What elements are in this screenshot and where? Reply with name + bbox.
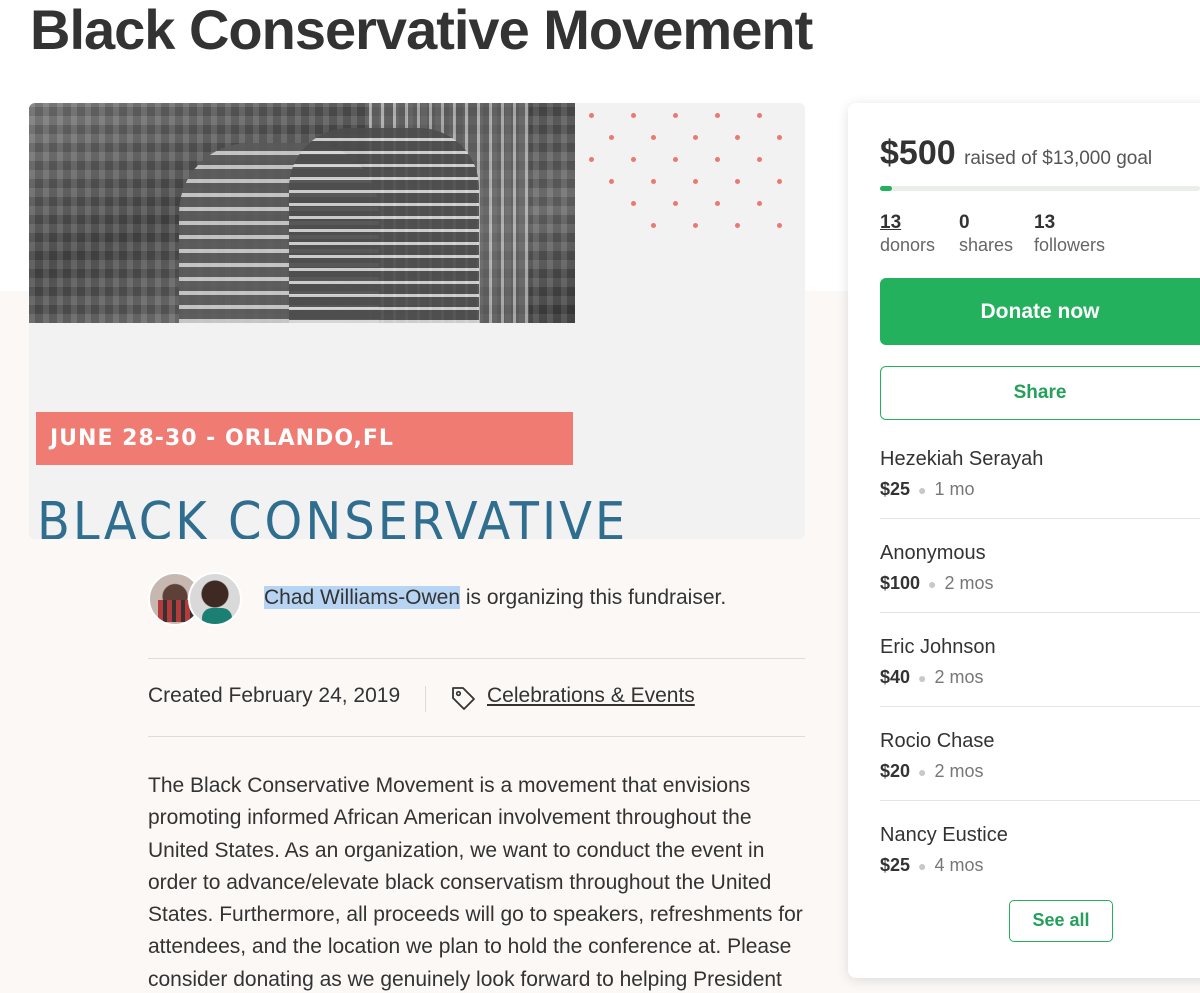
separator-dot: ● bbox=[918, 670, 927, 686]
decorative-dot bbox=[757, 157, 762, 162]
decorative-dot bbox=[651, 223, 656, 228]
donor-name: Rocio Chase bbox=[880, 730, 995, 752]
decorative-dot bbox=[757, 201, 762, 206]
decorative-dot bbox=[589, 113, 594, 118]
decorative-dot bbox=[715, 113, 720, 118]
campaign-hero-image[interactable]: JUNE 28-30 - ORLANDO,FL BLACK CONSERVATI… bbox=[29, 103, 805, 539]
donation-amount: $25 bbox=[880, 479, 911, 499]
donation-item: Rocio Chase $20 ● 2 mos bbox=[880, 728, 1200, 783]
stat-label: followers bbox=[1034, 235, 1106, 255]
decorative-dot bbox=[631, 157, 636, 162]
donor-name: Hezekiah Serayah bbox=[880, 448, 1044, 470]
donation-item: Nancy Eustice $25 ● 4 mos bbox=[880, 822, 1200, 877]
event-date-banner: JUNE 28-30 - ORLANDO,FL bbox=[36, 412, 573, 465]
decorative-dot bbox=[693, 179, 698, 184]
page-title: Black Conservative Movement bbox=[30, 0, 813, 61]
organizer-avatars[interactable] bbox=[148, 572, 244, 626]
donate-now-button[interactable]: Donate now bbox=[880, 278, 1200, 345]
stat-value: 13 bbox=[1034, 212, 1056, 233]
raised-summary: $500 raised of $13,000 goal bbox=[880, 134, 1152, 173]
campaign-story: The Black Conservative Movement is a mov… bbox=[148, 774, 803, 991]
decorative-dot bbox=[631, 201, 636, 206]
see-all-button[interactable]: See all bbox=[1009, 900, 1113, 942]
divider bbox=[880, 800, 1200, 801]
divider bbox=[425, 686, 426, 712]
stat-value: 13 bbox=[880, 212, 902, 233]
donation-amount: $25 bbox=[880, 855, 911, 875]
separator-dot: ● bbox=[918, 858, 927, 874]
decorative-dot bbox=[715, 201, 720, 206]
decorative-dot bbox=[777, 179, 782, 184]
decorative-dot bbox=[673, 157, 678, 162]
donation-item: Hezekiah Serayah $25 ● 1 mo bbox=[880, 446, 1200, 501]
raised-amount: $500 bbox=[880, 134, 956, 172]
organizer-line: Chad Williams-Owen is organizing this fu… bbox=[264, 586, 726, 610]
created-date: Created February 24, 2019 bbox=[148, 684, 401, 707]
decorative-dot bbox=[777, 223, 782, 228]
raised-goal: raised of $13,000 goal bbox=[964, 148, 1153, 169]
decorative-dots bbox=[589, 113, 799, 243]
divider bbox=[880, 706, 1200, 707]
decorative-dot bbox=[651, 135, 656, 140]
decorative-dot bbox=[609, 135, 614, 140]
donation-time: 4 mos bbox=[934, 855, 984, 875]
donor-name: Eric Johnson bbox=[880, 636, 996, 658]
category-link[interactable]: Celebrations & Events bbox=[487, 684, 695, 708]
organizer-suffix: is organizing this fundraiser. bbox=[460, 586, 727, 609]
decorative-dot bbox=[735, 135, 740, 140]
stat-label: donors bbox=[880, 235, 936, 255]
share-button[interactable]: Share bbox=[880, 366, 1200, 420]
stat-value: 0 bbox=[959, 212, 970, 233]
stat-donors[interactable]: 13 donors bbox=[880, 212, 935, 256]
avatar bbox=[188, 572, 242, 626]
stat-shares: 0 shares bbox=[959, 212, 1013, 256]
stat-label: shares bbox=[959, 235, 1014, 255]
divider bbox=[148, 736, 805, 737]
decorative-dot bbox=[589, 157, 594, 162]
progress-track bbox=[880, 186, 1200, 191]
decorative-dot bbox=[631, 113, 636, 118]
decorative-dot bbox=[693, 223, 698, 228]
donation-time: 2 mos bbox=[934, 761, 984, 781]
decorative-dot bbox=[735, 223, 740, 228]
decorative-dot bbox=[651, 179, 656, 184]
decorative-dot bbox=[673, 201, 678, 206]
organizer-name-link[interactable]: Chad Williams-Owen bbox=[264, 586, 461, 609]
donation-time: 2 mos bbox=[944, 573, 994, 593]
donor-name: Anonymous bbox=[880, 542, 986, 564]
donation-amount: $40 bbox=[880, 667, 911, 687]
donation-amount: $100 bbox=[880, 573, 921, 593]
donation-item: Anonymous $100 ● 2 mos bbox=[880, 540, 1200, 595]
donor-name: Nancy Eustice bbox=[880, 824, 1008, 846]
donation-time: 2 mos bbox=[934, 667, 984, 687]
decorative-dot bbox=[693, 135, 698, 140]
separator-dot: ● bbox=[928, 576, 937, 592]
divider bbox=[880, 518, 1200, 519]
tag-icon bbox=[452, 687, 475, 710]
separator-dot: ● bbox=[918, 482, 927, 498]
hero-headline: BLACK CONSERVATIVE bbox=[37, 491, 629, 539]
city-photo bbox=[29, 103, 575, 323]
decorative-dot bbox=[609, 179, 614, 184]
decorative-dot bbox=[673, 113, 678, 118]
decorative-dot bbox=[735, 179, 740, 184]
donation-amount: $20 bbox=[880, 761, 911, 781]
donation-time: 1 mo bbox=[934, 479, 975, 499]
divider bbox=[880, 612, 1200, 613]
decorative-dot bbox=[757, 113, 762, 118]
separator-dot: ● bbox=[918, 764, 927, 780]
donation-item: Eric Johnson $40 ● 2 mos bbox=[880, 634, 1200, 689]
decorative-dot bbox=[777, 135, 782, 140]
progress-fill bbox=[880, 186, 892, 191]
stat-followers: 13 followers bbox=[1034, 212, 1105, 256]
decorative-dot bbox=[715, 157, 720, 162]
divider bbox=[148, 658, 805, 659]
